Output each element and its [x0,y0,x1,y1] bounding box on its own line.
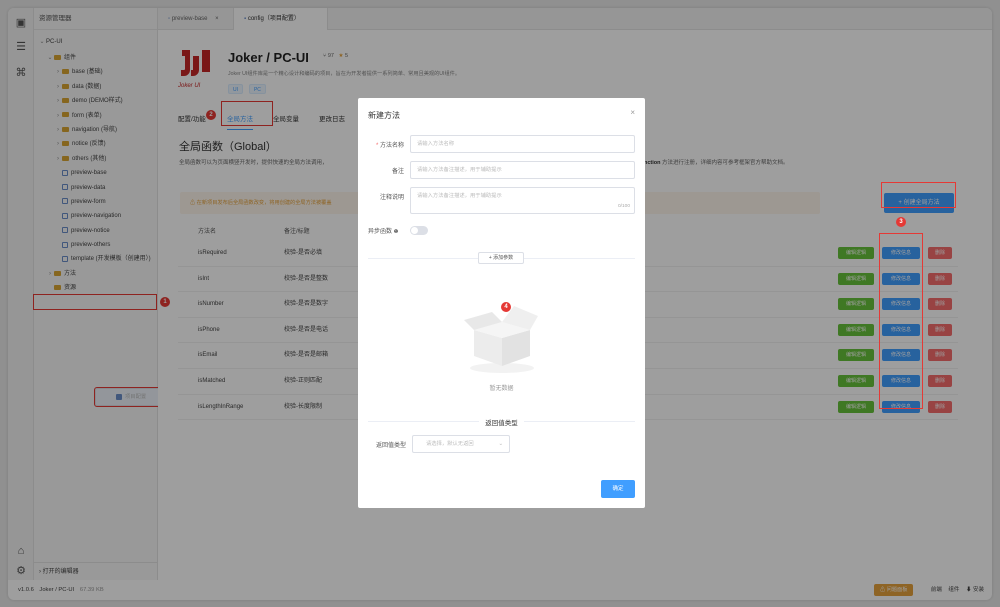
method-name-input[interactable]: 请输入方法名称 [410,135,635,153]
info-icon: ❶ [393,229,399,235]
close-icon[interactable]: × [630,108,635,117]
chevron-down-icon: ⌄ [498,441,503,447]
confirm-button[interactable]: 确定 [601,480,635,498]
annotation-badge-4: 4 [501,302,511,312]
note-label: 备注 [391,169,404,175]
annotation-box-create [881,182,956,208]
char-counter: 0/100 [617,204,630,209]
new-method-dialog: 新建方法 × * 方法名称 请输入方法名称 备注 请输入方法备注描述，用于辅助提… [358,98,645,508]
annotation-badge-3: 3 [896,217,906,227]
dialog-title: 新建方法 [368,111,400,120]
async-toggle[interactable] [410,226,428,235]
comment-label: 注释说明 [379,195,404,201]
comment-textarea[interactable]: 请输入方法备注描述，用于辅助提示 0/100 [410,187,635,214]
method-name-label: * 方法名称 [375,143,404,149]
add-param-button[interactable]: + 添加参数 [478,252,524,264]
return-type-heading: 返回值类型 [358,417,645,427]
async-label: 异步函数 ❶ [368,229,399,235]
annotation-box-3 [879,233,923,409]
return-type-select[interactable]: 请选择，默认无返回 ⌄ [412,435,510,453]
return-type-label: 返回值类型 [375,443,406,449]
note-input[interactable]: 请输入方法备注描述，用于辅助提示 [410,161,635,179]
plus-icon: + [488,255,492,261]
empty-state-text: 暂无数据 [489,386,514,392]
